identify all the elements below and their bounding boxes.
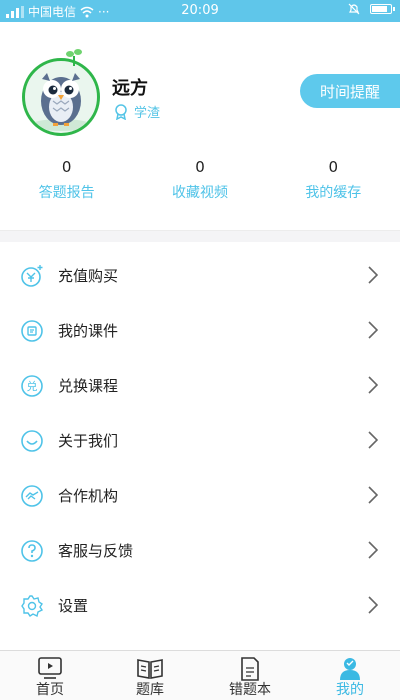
gear-icon: [21, 595, 44, 618]
chevron-right-icon: [368, 431, 378, 449]
chevron-right-icon: [368, 596, 378, 614]
menu-label: 充值购买: [58, 267, 119, 285]
menu-item-exchange-course[interactable]: 兑 兑换课程: [0, 358, 400, 413]
battery-level: [372, 6, 388, 12]
menu-item-service-feedback[interactable]: 客服与反馈: [0, 523, 400, 578]
stat-count: 0: [195, 158, 205, 176]
medal-icon: [115, 103, 127, 120]
settings-menu: 充值购买 我的课件 兑 兑换课程 关于我们 合作机构 客服与反馈 设置: [0, 248, 400, 633]
owl-avatar-icon: [31, 73, 91, 131]
avatar[interactable]: [22, 58, 100, 136]
svg-text:兑: 兑: [27, 379, 38, 393]
menu-item-recharge[interactable]: 充值购买: [0, 248, 400, 303]
sprout-icon: [66, 49, 82, 66]
exchange-icon: 兑: [21, 375, 43, 397]
bottom-tab-bar: 首页 题库 错题本 我的: [0, 650, 400, 700]
menu-item-courseware[interactable]: 我的课件: [0, 303, 400, 358]
time-reminder-button[interactable]: 时间提醒: [300, 74, 400, 108]
tab-label: 我的: [336, 682, 364, 698]
help-question-icon: [21, 540, 43, 562]
tab-mine[interactable]: 我的: [300, 651, 400, 700]
clock: 20:09: [181, 3, 219, 18]
stat-label: 我的缓存: [305, 185, 362, 201]
menu-label: 客服与反馈: [58, 542, 134, 560]
menu-label: 兑换课程: [58, 377, 119, 395]
stat-favorite-videos[interactable]: 0 收藏视频: [133, 156, 266, 216]
battery-icon: [370, 4, 395, 14]
stat-my-cache[interactable]: 0 我的缓存: [267, 156, 400, 216]
status-right: [348, 3, 395, 15]
bell-muted-icon: [348, 3, 360, 15]
tv-icon: [38, 657, 62, 679]
chevron-right-icon: [368, 321, 378, 339]
menu-item-partners[interactable]: 合作机构: [0, 468, 400, 523]
chevron-right-icon: [368, 266, 378, 284]
level-badge: 学渣: [114, 102, 160, 121]
tab-label: 错题本: [229, 682, 271, 698]
stat-count: 0: [328, 158, 339, 176]
menu-label: 我的课件: [58, 322, 119, 340]
courseware-icon: [21, 320, 43, 342]
stat-label: 收藏视频: [171, 185, 228, 201]
recharge-yen-icon: [21, 265, 43, 287]
partner-icon: [21, 485, 43, 507]
status-bar: 中国电信 ··· 20:09: [0, 0, 400, 22]
stat-label: 答题报告: [38, 185, 95, 201]
stats-row: 0 答题报告 0 收藏视频 0 我的缓存: [0, 156, 400, 216]
tab-label: 首页: [36, 682, 64, 698]
menu-label: 设置: [58, 597, 89, 615]
book-icon: [137, 659, 163, 679]
chevron-right-icon: [368, 486, 378, 504]
stat-count: 0: [61, 158, 72, 176]
tab-mistake-book[interactable]: 错题本: [200, 651, 300, 700]
username: 远方: [112, 78, 148, 99]
menu-item-about-us[interactable]: 关于我们: [0, 413, 400, 468]
menu-item-settings[interactable]: 设置: [0, 578, 400, 633]
section-divider: [0, 230, 400, 242]
tab-question-bank[interactable]: 题库: [100, 651, 200, 700]
smile-icon: [21, 430, 43, 452]
tab-label: 题库: [136, 682, 164, 698]
tab-home[interactable]: 首页: [0, 651, 100, 700]
stat-answer-report[interactable]: 0 答题报告: [0, 156, 133, 216]
chevron-right-icon: [368, 541, 378, 559]
chevron-right-icon: [368, 376, 378, 394]
profile-header: 远方 学渣 时间提醒: [0, 22, 400, 152]
menu-label: 关于我们: [58, 432, 119, 450]
menu-label: 合作机构: [58, 487, 119, 505]
level-label: 学渣: [134, 106, 161, 121]
